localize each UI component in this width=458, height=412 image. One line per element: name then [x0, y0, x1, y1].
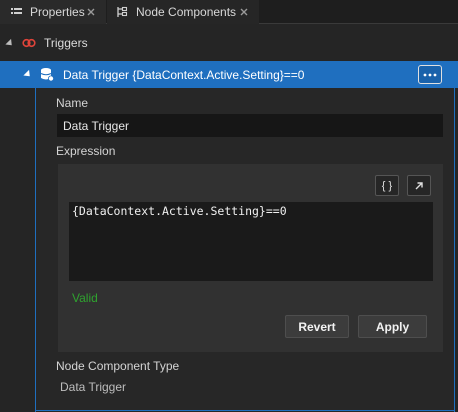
close-icon[interactable] [85, 6, 97, 18]
tab-properties-label: Properties [30, 5, 85, 19]
name-field[interactable]: Data Trigger [57, 114, 443, 137]
tab-node-components[interactable]: Node Components [107, 0, 259, 24]
triggers-label: Triggers [44, 36, 88, 50]
tab-bar: Properties Node Components [0, 0, 458, 24]
revert-button[interactable]: Revert [285, 315, 349, 338]
node-components-icon [116, 6, 128, 18]
divider [35, 410, 455, 411]
apply-button[interactable]: Apply [358, 315, 427, 338]
arrow-up-right-icon [415, 181, 423, 189]
data-trigger-label: Data Trigger {DataContext.Active.Setting… [63, 67, 305, 82]
insert-binding-button[interactable]: { } [375, 175, 399, 196]
node-component-type-label: Node Component Type [56, 359, 180, 373]
close-icon[interactable] [238, 6, 250, 18]
expression-label: Expression [56, 144, 116, 158]
expression-editor[interactable]: {DataContext.Active.Setting}==0 [69, 202, 433, 281]
tab-node-components-label: Node Components [136, 5, 237, 19]
tab-properties[interactable]: Properties [0, 0, 106, 24]
node-component-type-value: Data Trigger [60, 380, 127, 394]
more-options-icon [423, 73, 437, 76]
properties-list-icon [10, 6, 22, 18]
open-editor-button[interactable] [407, 175, 431, 196]
trigger-link-icon [22, 36, 36, 50]
triggers-header[interactable]: Triggers [0, 30, 458, 56]
expand-arrow-icon[interactable] [5, 38, 15, 48]
database-icon [40, 67, 54, 83]
validation-status: Valid [72, 291, 98, 305]
name-label: Name [56, 96, 89, 110]
expand-arrow-icon[interactable] [23, 69, 33, 80]
more-options-button[interactable] [418, 65, 442, 84]
data-trigger-row[interactable]: Data Trigger {DataContext.Active.Setting… [0, 61, 458, 88]
